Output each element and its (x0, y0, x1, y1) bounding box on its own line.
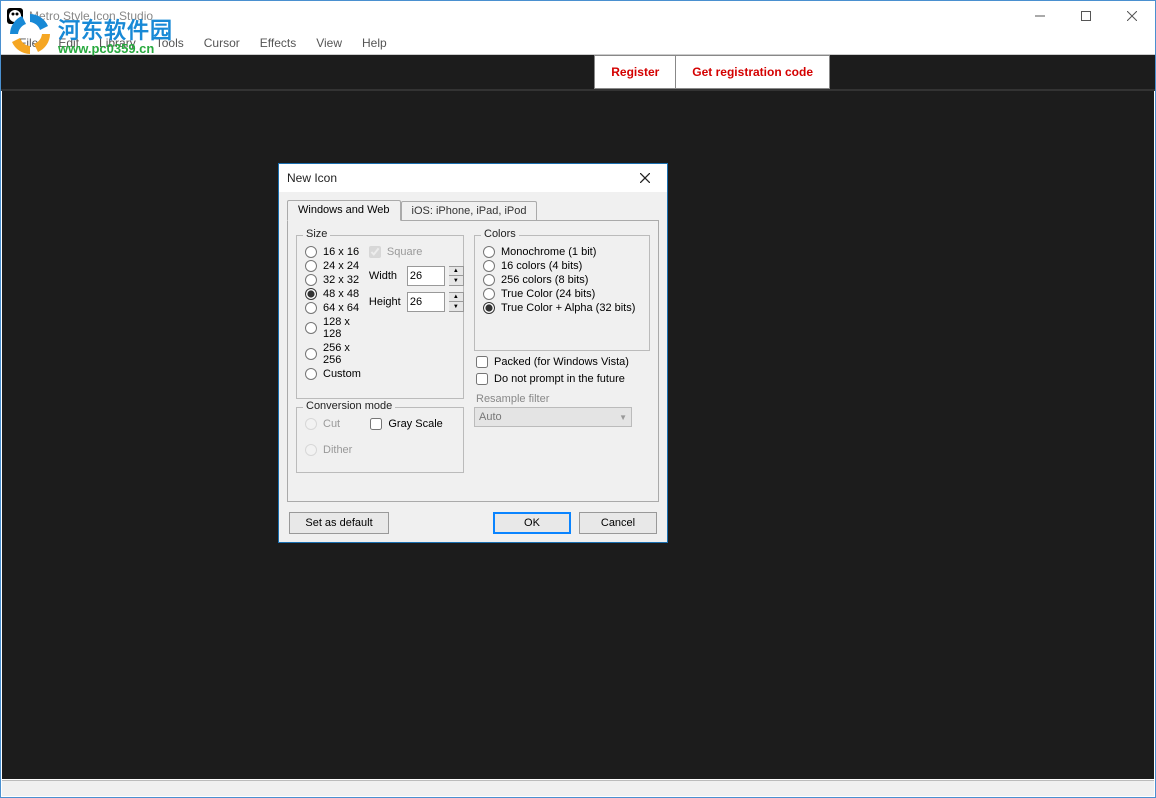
tab-windows-web[interactable]: Windows and Web (287, 200, 401, 221)
packed-checkbox[interactable]: Packed (for Windows Vista) (476, 356, 650, 368)
app-title: Metro Style Icon Studio (29, 9, 153, 23)
tab-page: Size 16 x 16 24 x 24 32 x 32 48 x 48 64 … (287, 220, 659, 502)
size-legend: Size (303, 228, 330, 240)
size-64[interactable]: 64 x 64 (305, 302, 361, 314)
app-icon (7, 8, 23, 24)
menu-library[interactable]: Library (89, 32, 146, 54)
tab-ios[interactable]: iOS: iPhone, iPad, iPod (401, 201, 538, 221)
square-checkbox[interactable]: Square (369, 246, 464, 258)
size-16[interactable]: 16 x 16 (305, 246, 361, 258)
menu-bar: File Edit Library Tools Cursor Effects V… (1, 31, 1155, 55)
height-input[interactable]: 26 (407, 292, 445, 312)
grayscale-checkbox[interactable]: Gray Scale (370, 418, 442, 430)
color-mono[interactable]: Monochrome (1 bit) (483, 246, 641, 258)
color-256[interactable]: 256 colors (8 bits) (483, 274, 641, 286)
colors-group: Colors Monochrome (1 bit) 16 colors (4 b… (474, 235, 650, 351)
title-bar: Metro Style Icon Studio (1, 1, 1155, 31)
size-24[interactable]: 24 x 24 (305, 260, 361, 272)
width-label: Width (369, 270, 403, 282)
cancel-button[interactable]: Cancel (579, 512, 657, 534)
dialog-close-button[interactable] (631, 164, 659, 192)
resample-label: Resample filter (476, 393, 650, 405)
maximize-button[interactable] (1063, 1, 1109, 31)
conversion-legend: Conversion mode (303, 400, 395, 412)
window-controls (1017, 1, 1155, 31)
set-default-button[interactable]: Set as default (289, 512, 389, 534)
size-128[interactable]: 128 x 128 (305, 316, 361, 340)
size-custom[interactable]: Custom (305, 368, 361, 380)
register-button[interactable]: Register (594, 55, 676, 89)
height-spinner[interactable]: ▲▼ (449, 292, 464, 312)
conversion-cut[interactable]: Cut (305, 418, 352, 430)
status-bar (2, 780, 1154, 796)
size-32[interactable]: 32 x 32 (305, 274, 361, 286)
width-spinner[interactable]: ▲▼ (449, 266, 464, 286)
dialog-title-bar: New Icon (279, 164, 667, 192)
menu-help[interactable]: Help (352, 32, 397, 54)
conversion-group: Conversion mode Cut Dither Gray Scale (296, 407, 464, 473)
ok-button[interactable]: OK (493, 512, 571, 534)
menu-tools[interactable]: Tools (146, 32, 194, 54)
width-input[interactable]: 26 (407, 266, 445, 286)
menu-effects[interactable]: Effects (250, 32, 306, 54)
chevron-down-icon: ▼ (619, 413, 627, 422)
color-24bit[interactable]: True Color (24 bits) (483, 288, 641, 300)
toolbar: Register Get registration code (1, 55, 1155, 89)
size-group: Size 16 x 16 24 x 24 32 x 32 48 x 48 64 … (296, 235, 464, 399)
menu-edit[interactable]: Edit (48, 32, 89, 54)
height-label: Height (369, 296, 403, 308)
tab-strip: Windows and Web iOS: iPhone, iPad, iPod (287, 198, 659, 220)
menu-view[interactable]: View (306, 32, 352, 54)
color-32bit[interactable]: True Color + Alpha (32 bits) (483, 302, 641, 314)
new-icon-dialog: New Icon Windows and Web iOS: iPhone, iP… (278, 163, 668, 543)
close-button[interactable] (1109, 1, 1155, 31)
conversion-dither[interactable]: Dither (305, 444, 352, 456)
get-registration-code-button[interactable]: Get registration code (675, 55, 830, 89)
colors-legend: Colors (481, 228, 519, 240)
color-16[interactable]: 16 colors (4 bits) (483, 260, 641, 272)
resample-combo[interactable]: Auto ▼ (474, 407, 632, 427)
menu-cursor[interactable]: Cursor (194, 32, 250, 54)
dialog-title: New Icon (287, 171, 337, 185)
size-48[interactable]: 48 x 48 (305, 288, 361, 300)
size-256[interactable]: 256 x 256 (305, 342, 361, 366)
noprompt-checkbox[interactable]: Do not prompt in the future (476, 373, 650, 385)
minimize-button[interactable] (1017, 1, 1063, 31)
menu-file[interactable]: File (9, 32, 48, 54)
